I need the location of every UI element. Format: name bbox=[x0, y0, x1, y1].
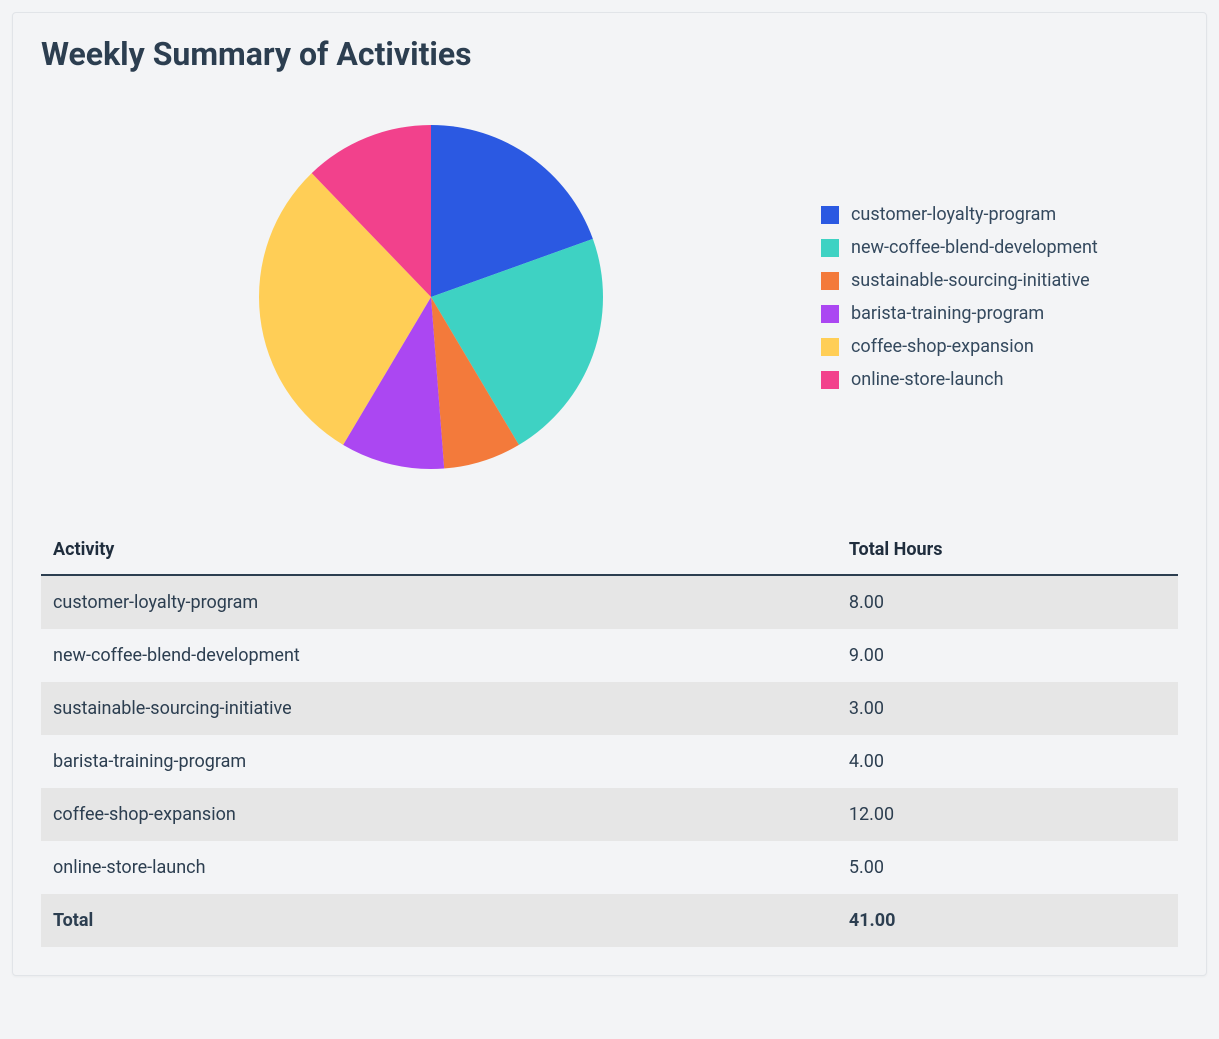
col-activity-header: Activity bbox=[41, 525, 837, 575]
legend-swatch bbox=[821, 206, 839, 224]
table-row: customer-loyalty-program8.00 bbox=[41, 575, 1178, 629]
chart-legend: customer-loyalty-program new-coffee-blend… bbox=[821, 204, 1178, 390]
pie-chart-container bbox=[41, 97, 821, 497]
total-value: 41.00 bbox=[837, 894, 1178, 947]
table-row: sustainable-sourcing-initiative3.00 bbox=[41, 682, 1178, 735]
legend-swatch bbox=[821, 305, 839, 323]
legend-label: customer-loyalty-program bbox=[851, 204, 1056, 225]
total-label: Total bbox=[41, 894, 837, 947]
cell-hours: 4.00 bbox=[837, 735, 1178, 788]
summary-table: Activity Total Hours customer-loyalty-pr… bbox=[41, 525, 1178, 947]
legend-item[interactable]: new-coffee-blend-development bbox=[821, 237, 1178, 258]
cell-hours: 12.00 bbox=[837, 788, 1178, 841]
cell-activity: customer-loyalty-program bbox=[41, 575, 837, 629]
legend-label: coffee-shop-expansion bbox=[851, 336, 1034, 357]
cell-activity: sustainable-sourcing-initiative bbox=[41, 682, 837, 735]
legend-swatch bbox=[821, 371, 839, 389]
legend-swatch bbox=[821, 239, 839, 257]
summary-card: Weekly Summary of Activities customer-lo… bbox=[12, 12, 1207, 976]
chart-area: customer-loyalty-program new-coffee-blend… bbox=[41, 97, 1178, 497]
col-hours-header: Total Hours bbox=[837, 525, 1178, 575]
legend-item[interactable]: sustainable-sourcing-initiative bbox=[821, 270, 1178, 291]
cell-hours: 5.00 bbox=[837, 841, 1178, 894]
table-row: online-store-launch5.00 bbox=[41, 841, 1178, 894]
table-row: barista-training-program4.00 bbox=[41, 735, 1178, 788]
cell-activity: coffee-shop-expansion bbox=[41, 788, 837, 841]
legend-label: new-coffee-blend-development bbox=[851, 237, 1098, 258]
pie-chart bbox=[256, 122, 606, 472]
table-row: coffee-shop-expansion12.00 bbox=[41, 788, 1178, 841]
legend-item[interactable]: customer-loyalty-program bbox=[821, 204, 1178, 225]
cell-activity: barista-training-program bbox=[41, 735, 837, 788]
legend-item[interactable]: online-store-launch bbox=[821, 369, 1178, 390]
page-title: Weekly Summary of Activities bbox=[41, 35, 1178, 73]
legend-swatch bbox=[821, 272, 839, 290]
cell-hours: 8.00 bbox=[837, 575, 1178, 629]
table-header-row: Activity Total Hours bbox=[41, 525, 1178, 575]
legend-item[interactable]: barista-training-program bbox=[821, 303, 1178, 324]
table-total-row: Total41.00 bbox=[41, 894, 1178, 947]
cell-hours: 3.00 bbox=[837, 682, 1178, 735]
legend-label: online-store-launch bbox=[851, 369, 1004, 390]
legend-swatch bbox=[821, 338, 839, 356]
legend-item[interactable]: coffee-shop-expansion bbox=[821, 336, 1178, 357]
legend-label: sustainable-sourcing-initiative bbox=[851, 270, 1090, 291]
cell-hours: 9.00 bbox=[837, 629, 1178, 682]
legend-label: barista-training-program bbox=[851, 303, 1044, 324]
table-row: new-coffee-blend-development9.00 bbox=[41, 629, 1178, 682]
cell-activity: online-store-launch bbox=[41, 841, 837, 894]
cell-activity: new-coffee-blend-development bbox=[41, 629, 837, 682]
